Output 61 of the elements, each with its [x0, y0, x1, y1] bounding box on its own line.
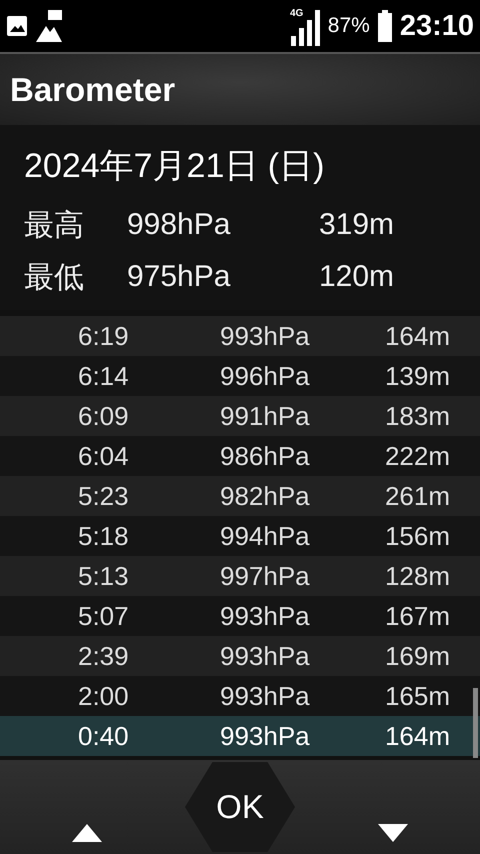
altitude-cell-text: 164m — [384, 320, 450, 352]
picture-icon — [6, 15, 28, 37]
battery-icon — [378, 10, 392, 42]
pressure-cell-text: 993hPa — [220, 720, 311, 752]
pressure-cell-text: 997hPa — [220, 560, 311, 592]
altitude-cell-text: 165m — [384, 680, 450, 712]
pressure-value: 975hPa — [127, 260, 232, 294]
altitude-cell-text: 222m — [384, 440, 450, 472]
time-cell-text: 0:40 — [77, 720, 130, 752]
pressure-cell-text: 982hPa — [220, 480, 311, 512]
reading-row[interactable]: 2:00 993hPa 165m — [0, 676, 480, 716]
time-cell-text: 6:14 — [77, 360, 130, 392]
pressure-cell-text: 986hPa — [220, 440, 311, 472]
altitude-value: 120m — [319, 260, 394, 294]
time-cell-text: 2:00 — [77, 680, 130, 712]
scrollbar — [473, 688, 478, 758]
altitude-cell-text: 156m — [384, 520, 450, 552]
reading-row[interactable]: 6:09 991hPa 183m — [0, 396, 480, 436]
pressure-cell-text: 993hPa — [220, 640, 311, 672]
pressure-cell-text: 993hPa — [220, 680, 311, 712]
altitude-cell-text: 139m — [384, 360, 450, 392]
ok-button[interactable]: OK — [185, 762, 295, 852]
time-cell-text: 2:39 — [77, 640, 130, 672]
app-title: Barometer — [10, 70, 176, 108]
battery-percent: 87% — [328, 14, 370, 38]
reading-row[interactable]: 5:18 994hPa 156m — [0, 516, 480, 556]
reading-row[interactable]: 6:04 986hPa 222m — [0, 436, 480, 476]
time-cell-text: 5:07 — [77, 600, 130, 632]
time-cell-text: 5:23 — [77, 480, 130, 512]
altitude-cell-text: 164m — [384, 720, 450, 752]
reading-row[interactable]: 6:14 996hPa 139m — [0, 356, 480, 396]
altitude-cell-text: 261m — [384, 480, 450, 512]
time-cell-text: 5:13 — [77, 560, 130, 592]
pressure-cell-text: 991hPa — [220, 400, 311, 432]
reading-row[interactable]: 2:39 993hPa 169m — [0, 636, 480, 676]
summary-label: 最低 — [24, 260, 85, 296]
reading-row[interactable]: 5:23 982hPa 261m — [0, 476, 480, 516]
summary-label: 最高 — [24, 208, 85, 244]
time-cell-text: 6:04 — [77, 440, 130, 472]
altitude-cell-text: 169m — [384, 640, 450, 672]
altitude-cell-text: 128m — [384, 560, 450, 592]
altitude-value: 319m — [319, 208, 394, 242]
time-cell-text: 6:19 — [77, 320, 130, 352]
down-arrow-icon[interactable] — [378, 824, 408, 842]
pressure-cell-text: 993hPa — [220, 320, 311, 352]
pressure-cell-text: 994hPa — [220, 520, 311, 552]
pressure-cell-text: 993hPa — [220, 600, 311, 632]
image-message-icon — [36, 10, 62, 42]
time-cell-text: 5:18 — [77, 520, 130, 552]
clock: 23:10 — [400, 10, 474, 42]
up-arrow-icon[interactable] — [72, 824, 102, 842]
date-label: 2024年7月21日 (日) — [24, 146, 326, 187]
time-cell-text: 6:09 — [77, 400, 130, 432]
reading-row[interactable]: 0:40 993hPa 164m — [0, 716, 480, 756]
altitude-cell-text: 183m — [384, 400, 450, 432]
reading-row[interactable]: 5:07 993hPa 167m — [0, 596, 480, 636]
altitude-cell-text: 167m — [384, 600, 450, 632]
reading-row[interactable]: 5:13 997hPa 128m — [0, 556, 480, 596]
pressure-cell-text: 996hPa — [220, 360, 311, 392]
reading-row[interactable]: 6:19 993hPa 164m — [0, 316, 480, 356]
pressure-value: 998hPa — [127, 208, 232, 242]
